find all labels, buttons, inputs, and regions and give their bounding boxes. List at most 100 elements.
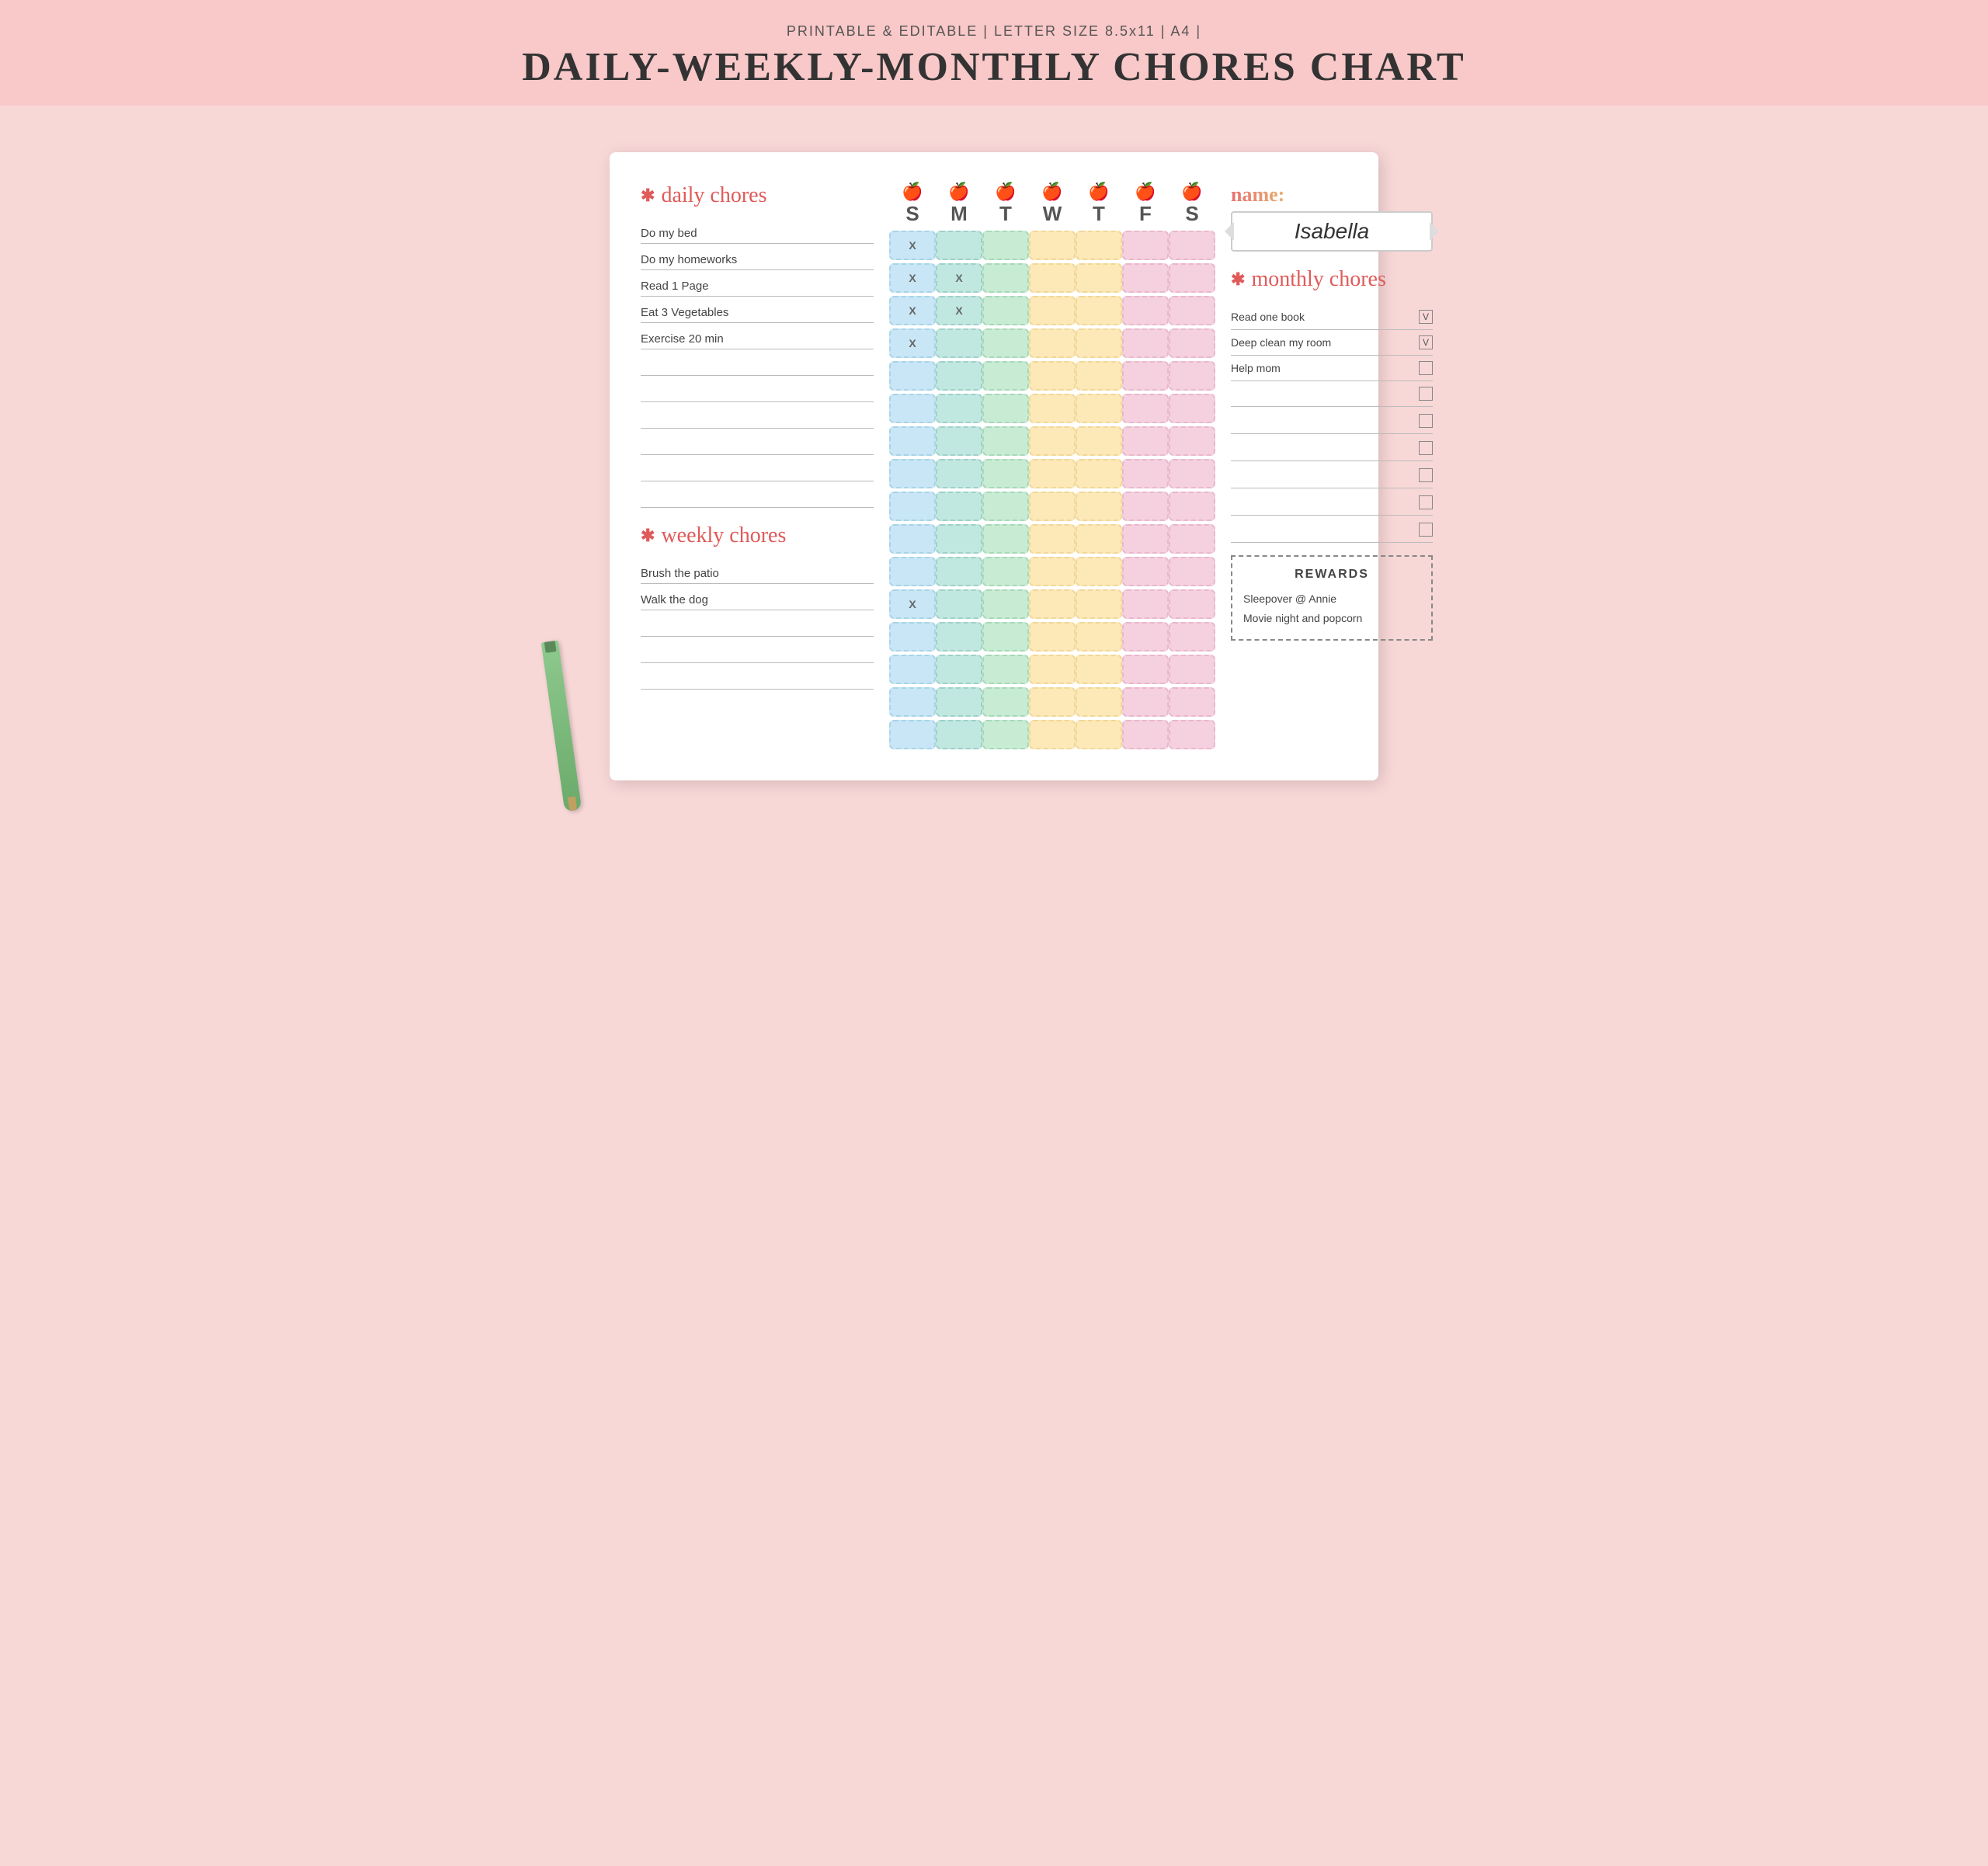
grid-cell-r2-c3[interactable] (1029, 296, 1076, 325)
grid-cell-r3-c5[interactable] (1122, 328, 1169, 358)
grid-cell-r8-c3[interactable] (1029, 492, 1076, 521)
grid-cell-r1-c3[interactable] (1029, 263, 1076, 293)
grid-cell-r3-c4[interactable] (1076, 328, 1122, 358)
grid-cell-r14-c1[interactable] (936, 687, 982, 717)
grid-cell-r15-c4[interactable] (1076, 720, 1122, 749)
checkbox-1[interactable]: V (1419, 310, 1433, 324)
grid-cell-r8-c0[interactable] (889, 492, 936, 521)
grid-cell-r11-c1[interactable] (936, 589, 982, 619)
grid-cell-r1-c2[interactable] (982, 263, 1029, 293)
grid-cell-r13-c6[interactable] (1169, 655, 1215, 684)
grid-cell-r10-c1[interactable] (936, 557, 982, 586)
grid-cell-r6-c6[interactable] (1169, 426, 1215, 456)
grid-cell-r4-c0[interactable] (889, 361, 936, 391)
grid-cell-r15-c6[interactable] (1169, 720, 1215, 749)
grid-cell-r5-c0[interactable] (889, 394, 936, 423)
grid-cell-r1-c5[interactable] (1122, 263, 1169, 293)
grid-cell-r9-c0[interactable] (889, 524, 936, 554)
grid-cell-r10-c4[interactable] (1076, 557, 1122, 586)
grid-cell-r0-c3[interactable] (1029, 231, 1076, 260)
grid-cell-r5-c5[interactable] (1122, 394, 1169, 423)
grid-cell-r14-c3[interactable] (1029, 687, 1076, 717)
grid-cell-r13-c4[interactable] (1076, 655, 1122, 684)
grid-cell-r14-c5[interactable] (1122, 687, 1169, 717)
grid-cell-r1-c0[interactable]: X (889, 263, 936, 293)
grid-cell-r8-c4[interactable] (1076, 492, 1122, 521)
grid-cell-r5-c2[interactable] (982, 394, 1029, 423)
grid-cell-r7-c0[interactable] (889, 459, 936, 488)
grid-cell-r15-c5[interactable] (1122, 720, 1169, 749)
grid-cell-r12-c6[interactable] (1169, 622, 1215, 652)
grid-cell-r7-c3[interactable] (1029, 459, 1076, 488)
grid-cell-r9-c4[interactable] (1076, 524, 1122, 554)
grid-cell-r11-c2[interactable] (982, 589, 1029, 619)
grid-cell-r13-c1[interactable] (936, 655, 982, 684)
grid-cell-r11-c4[interactable] (1076, 589, 1122, 619)
grid-cell-r6-c4[interactable] (1076, 426, 1122, 456)
grid-cell-r11-c3[interactable] (1029, 589, 1076, 619)
grid-cell-r4-c5[interactable] (1122, 361, 1169, 391)
grid-cell-r13-c3[interactable] (1029, 655, 1076, 684)
grid-cell-r12-c1[interactable] (936, 622, 982, 652)
grid-cell-r5-c3[interactable] (1029, 394, 1076, 423)
grid-cell-r0-c5[interactable] (1122, 231, 1169, 260)
grid-cell-r4-c2[interactable] (982, 361, 1029, 391)
grid-cell-r15-c2[interactable] (982, 720, 1029, 749)
grid-cell-r14-c4[interactable] (1076, 687, 1122, 717)
grid-cell-r14-c2[interactable] (982, 687, 1029, 717)
grid-cell-r3-c6[interactable] (1169, 328, 1215, 358)
grid-cell-r2-c1[interactable]: X (936, 296, 982, 325)
grid-cell-r13-c5[interactable] (1122, 655, 1169, 684)
grid-cell-r12-c0[interactable] (889, 622, 936, 652)
grid-cell-r6-c0[interactable] (889, 426, 936, 456)
checkbox-2[interactable]: V (1419, 335, 1433, 349)
grid-cell-r12-c4[interactable] (1076, 622, 1122, 652)
grid-cell-r7-c1[interactable] (936, 459, 982, 488)
grid-cell-r15-c3[interactable] (1029, 720, 1076, 749)
grid-cell-r3-c2[interactable] (982, 328, 1029, 358)
grid-cell-r15-c0[interactable] (889, 720, 936, 749)
grid-cell-r10-c2[interactable] (982, 557, 1029, 586)
grid-cell-r11-c0[interactable]: X (889, 589, 936, 619)
grid-cell-r10-c0[interactable] (889, 557, 936, 586)
grid-cell-r1-c6[interactable] (1169, 263, 1215, 293)
grid-cell-r6-c2[interactable] (982, 426, 1029, 456)
grid-cell-r8-c6[interactable] (1169, 492, 1215, 521)
grid-cell-r0-c6[interactable] (1169, 231, 1215, 260)
grid-cell-r7-c2[interactable] (982, 459, 1029, 488)
grid-cell-r9-c2[interactable] (982, 524, 1029, 554)
grid-cell-r1-c4[interactable] (1076, 263, 1122, 293)
grid-cell-r6-c3[interactable] (1029, 426, 1076, 456)
grid-cell-r12-c2[interactable] (982, 622, 1029, 652)
grid-cell-r9-c1[interactable] (936, 524, 982, 554)
grid-cell-r9-c6[interactable] (1169, 524, 1215, 554)
grid-cell-r2-c4[interactable] (1076, 296, 1122, 325)
grid-cell-r3-c1[interactable] (936, 328, 982, 358)
grid-cell-r8-c5[interactable] (1122, 492, 1169, 521)
grid-cell-r7-c4[interactable] (1076, 459, 1122, 488)
grid-cell-r14-c0[interactable] (889, 687, 936, 717)
grid-cell-r12-c5[interactable] (1122, 622, 1169, 652)
grid-cell-r6-c1[interactable] (936, 426, 982, 456)
grid-cell-r6-c5[interactable] (1122, 426, 1169, 456)
grid-cell-r1-c1[interactable]: X (936, 263, 982, 293)
grid-cell-r8-c1[interactable] (936, 492, 982, 521)
grid-cell-r4-c1[interactable] (936, 361, 982, 391)
grid-cell-r10-c5[interactable] (1122, 557, 1169, 586)
grid-cell-r4-c6[interactable] (1169, 361, 1215, 391)
grid-cell-r3-c3[interactable] (1029, 328, 1076, 358)
grid-cell-r9-c3[interactable] (1029, 524, 1076, 554)
grid-cell-r9-c5[interactable] (1122, 524, 1169, 554)
grid-cell-r8-c2[interactable] (982, 492, 1029, 521)
grid-cell-r15-c1[interactable] (936, 720, 982, 749)
grid-cell-r11-c5[interactable] (1122, 589, 1169, 619)
grid-cell-r4-c3[interactable] (1029, 361, 1076, 391)
grid-cell-r2-c2[interactable] (982, 296, 1029, 325)
grid-cell-r10-c3[interactable] (1029, 557, 1076, 586)
grid-cell-r3-c0[interactable]: X (889, 328, 936, 358)
grid-cell-r0-c4[interactable] (1076, 231, 1122, 260)
checkbox-3[interactable] (1419, 361, 1433, 375)
grid-cell-r12-c3[interactable] (1029, 622, 1076, 652)
grid-cell-r4-c4[interactable] (1076, 361, 1122, 391)
grid-cell-r7-c6[interactable] (1169, 459, 1215, 488)
